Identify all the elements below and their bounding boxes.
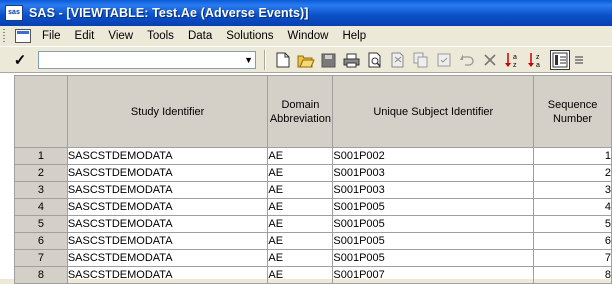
cut-icon[interactable] (389, 51, 407, 69)
row-number[interactable]: 3 (14, 181, 68, 199)
row-number[interactable]: 6 (14, 232, 68, 250)
cell-study[interactable]: SASCSTDEMODATA (66, 164, 269, 182)
delete-icon[interactable] (481, 51, 499, 69)
row-number[interactable]: 7 (14, 249, 68, 267)
sort-descending-icon[interactable]: za (527, 51, 545, 69)
menu-help[interactable]: Help (335, 28, 373, 44)
sort-ascending-icon[interactable]: az (504, 51, 522, 69)
cell-sequence[interactable]: 2 (533, 164, 612, 182)
print-preview-icon[interactable] (366, 51, 384, 69)
row-number-header[interactable] (14, 75, 68, 148)
cell-study[interactable]: SASCSTDEMODATA (66, 232, 269, 250)
window-title: SAS - [VIEWTABLE: Test.Ae (Adverse Event… (29, 6, 309, 20)
cell-sequence[interactable]: 5 (533, 215, 612, 233)
table-row[interactable]: 4 SASCSTDEMODATA AE S001P005 4 (14, 198, 612, 216)
table-row[interactable]: 7 SASCSTDEMODATA AE S001P005 7 (14, 249, 612, 267)
cell-study[interactable]: SASCSTDEMODATA (66, 198, 269, 216)
cell-domain[interactable]: AE (267, 147, 334, 165)
table-row[interactable]: 2 SASCSTDEMODATA AE S001P003 2 (14, 164, 612, 182)
paste-icon[interactable] (435, 51, 453, 69)
table-row[interactable]: 1 SASCSTDEMODATA AE S001P002 1 (14, 147, 612, 165)
cell-sequence[interactable]: 7 (533, 249, 612, 267)
cell-sequence[interactable]: 1 (533, 147, 612, 165)
checkmark-icon[interactable]: ✓ (8, 49, 32, 71)
open-folder-icon[interactable] (297, 51, 315, 69)
svg-text:a: a (513, 54, 517, 61)
grid-left-margin (0, 73, 13, 279)
svg-text:z: z (536, 54, 540, 61)
viewtable-grid: Study Identifier Domain Abbreviation Uni… (14, 75, 612, 284)
menu-bar: File Edit View Tools Data Solutions Wind… (0, 26, 612, 46)
copy-icon[interactable] (412, 51, 430, 69)
print-icon[interactable] (343, 51, 361, 69)
cell-domain[interactable]: AE (267, 249, 334, 267)
svg-text:z: z (513, 62, 517, 69)
table-row[interactable]: 5 SASCSTDEMODATA AE S001P005 5 (14, 215, 612, 233)
new-document-icon[interactable] (274, 51, 292, 69)
table-row[interactable]: 3 SASCSTDEMODATA AE S001P003 3 (14, 181, 612, 199)
cell-subject[interactable]: S001P007 (332, 266, 535, 284)
cell-domain[interactable]: AE (267, 198, 334, 216)
menu-solutions[interactable]: Solutions (219, 28, 280, 44)
cell-sequence[interactable]: 8 (533, 266, 612, 284)
cell-subject[interactable]: S001P002 (332, 147, 535, 165)
cell-subject[interactable]: S001P005 (332, 215, 535, 233)
cell-study[interactable]: SASCSTDEMODATA (66, 147, 269, 165)
column-header-study[interactable]: Study Identifier (66, 75, 269, 148)
toolbar: ✓ ▼ az za (0, 46, 612, 74)
cell-subject[interactable]: S001P005 (332, 232, 535, 250)
cell-subject[interactable]: S001P003 (332, 181, 535, 199)
row-number[interactable]: 4 (14, 198, 68, 216)
dropdown-arrow-icon[interactable]: ▼ (244, 55, 253, 65)
menu-data[interactable]: Data (181, 28, 219, 44)
table-row[interactable]: 8 SASCSTDEMODATA AE S001P007 8 (14, 266, 612, 284)
column-header-sequence[interactable]: Sequence Number (533, 75, 612, 148)
menu-view[interactable]: View (101, 28, 140, 44)
title-bar[interactable]: sas SAS - [VIEWTABLE: Test.Ae (Adverse E… (0, 0, 612, 26)
column-header-subject[interactable]: Unique Subject Identifier (332, 75, 535, 148)
column-header-domain[interactable]: Domain Abbreviation (267, 75, 334, 148)
menu-window[interactable]: Window (281, 28, 336, 44)
cell-domain[interactable]: AE (267, 266, 334, 284)
svg-text:a: a (536, 62, 540, 69)
command-combobox[interactable]: ▼ (38, 51, 256, 69)
cell-sequence[interactable]: 6 (533, 232, 612, 250)
cell-subject[interactable]: S001P003 (332, 164, 535, 182)
row-number[interactable]: 5 (14, 215, 68, 233)
data-grid: Study Identifier Domain Abbreviation Uni… (0, 72, 612, 284)
row-number[interactable]: 8 (14, 266, 68, 284)
sas-logo-icon: sas (5, 5, 23, 21)
cell-domain[interactable]: AE (267, 164, 334, 182)
cell-sequence[interactable]: 4 (533, 198, 612, 216)
cell-sequence[interactable]: 3 (533, 181, 612, 199)
cell-domain[interactable]: AE (267, 181, 334, 199)
cell-study[interactable]: SASCSTDEMODATA (66, 249, 269, 267)
row-number[interactable]: 1 (14, 147, 68, 165)
undo-icon[interactable] (458, 51, 476, 69)
table-row[interactable]: 6 SASCSTDEMODATA AE S001P005 6 (14, 232, 612, 250)
save-icon[interactable] (320, 51, 338, 69)
row-number[interactable]: 2 (14, 164, 68, 182)
cell-study[interactable]: SASCSTDEMODATA (66, 215, 269, 233)
menu-edit[interactable]: Edit (68, 28, 102, 44)
toolbar-separator (264, 50, 266, 70)
menu-file[interactable]: File (35, 28, 68, 44)
document-window-icon[interactable] (15, 29, 31, 43)
cell-subject[interactable]: S001P005 (332, 249, 535, 267)
cell-subject[interactable]: S001P005 (332, 198, 535, 216)
cell-domain[interactable]: AE (267, 215, 334, 233)
grip-icon (3, 29, 11, 43)
table-view-icon[interactable] (549, 50, 570, 70)
menu-tools[interactable]: Tools (140, 28, 181, 44)
cell-domain[interactable]: AE (267, 232, 334, 250)
cell-study[interactable]: SASCSTDEMODATA (66, 266, 269, 284)
form-view-icon[interactable] (574, 51, 583, 69)
cell-study[interactable]: SASCSTDEMODATA (66, 181, 269, 199)
